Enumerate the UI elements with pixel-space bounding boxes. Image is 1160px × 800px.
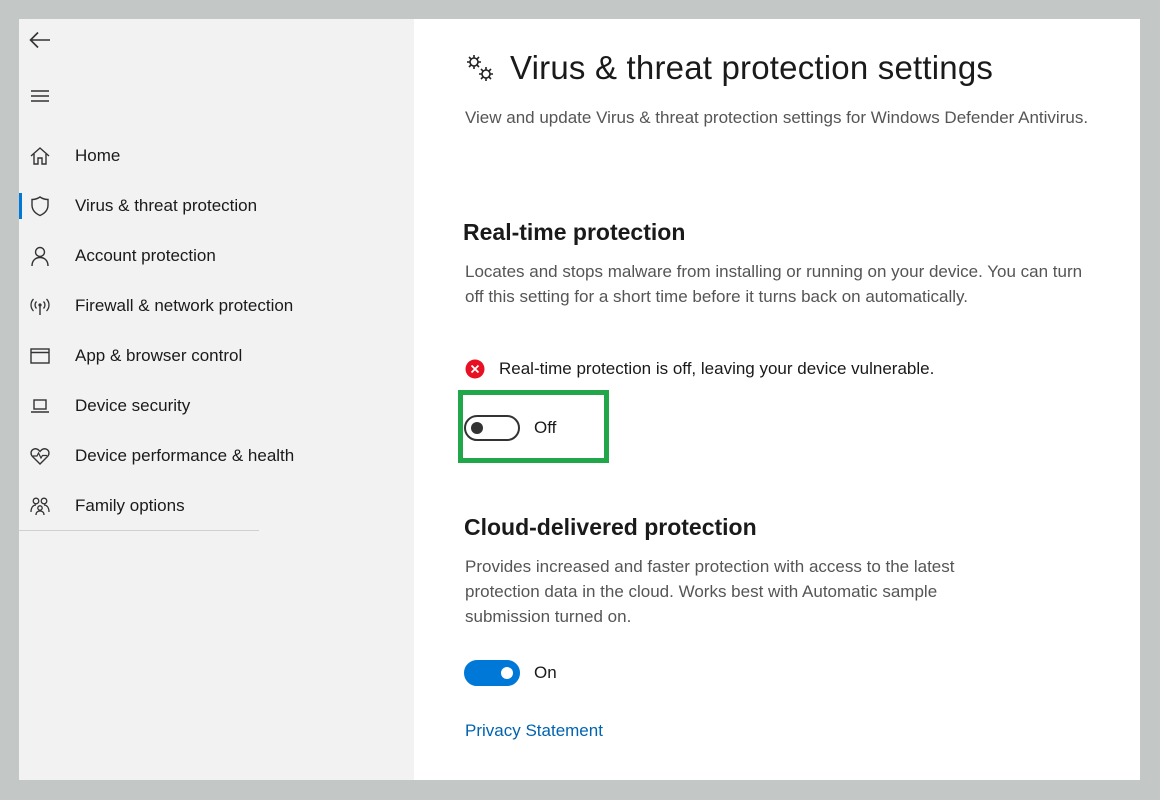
back-button[interactable]: [27, 27, 53, 53]
sidebar-item-label: Account protection: [75, 246, 216, 265]
realtime-warning: Real-time protection is off, leaving you…: [465, 359, 934, 379]
toggle-knob: [501, 667, 513, 679]
privacy-statement-link[interactable]: Privacy Statement: [465, 721, 603, 741]
shield-icon: [28, 194, 52, 218]
heart-pulse-icon: [28, 444, 52, 468]
laptop-icon: [28, 394, 52, 418]
main-content: Virus & threat protection settings View …: [414, 19, 1140, 780]
sidebar-item-virus-threat-protection[interactable]: Virus & threat protection: [19, 181, 414, 231]
sidebar-item-label: Family options: [75, 496, 185, 515]
toggle-knob: [471, 422, 483, 434]
cloud-protection-title: Cloud-delivered protection: [464, 514, 757, 540]
sidebar-item-account-protection[interactable]: Account protection: [19, 231, 414, 281]
person-icon: [28, 244, 52, 268]
sidebar-item-label: Firewall & network protection: [75, 296, 294, 315]
browser-window-icon: [28, 344, 52, 368]
selected-indicator: [19, 193, 22, 219]
sidebar-item-device-performance-health[interactable]: Device performance & health: [19, 431, 414, 481]
hamburger-menu-button[interactable]: [27, 83, 53, 109]
sidebar-item-label: App & browser control: [75, 346, 243, 365]
sidebar-item-firewall-network-protection[interactable]: Firewall & network protection: [19, 281, 414, 331]
back-arrow-icon: [29, 31, 50, 49]
sidebar-item-label: Virus & threat protection: [75, 196, 258, 215]
sidebar-item-label: Device security: [75, 396, 191, 415]
sidebar-item-label: Home: [75, 146, 121, 165]
sidebar: Home Virus & threat protection Account p…: [19, 19, 414, 780]
gears-icon: [467, 55, 493, 81]
page-title: Virus & threat protection settings: [510, 49, 994, 86]
sidebar-divider: [19, 530, 259, 531]
sidebar-nav: Home Virus & threat protection Account p…: [19, 131, 414, 531]
toggle-switch-off[interactable]: [464, 415, 520, 441]
sidebar-item-family-options[interactable]: Family options: [19, 481, 414, 531]
cloud-protection-description: Provides increased and faster protection…: [465, 557, 955, 626]
page-header: Virus & threat protection settings: [464, 49, 993, 87]
error-x-icon: [465, 359, 485, 379]
sidebar-item-device-security[interactable]: Device security: [19, 381, 414, 431]
realtime-protection-toggle[interactable]: Off: [464, 415, 556, 441]
sidebar-item-label: Device performance & health: [75, 446, 295, 465]
realtime-toggle-label: Off: [534, 418, 557, 437]
realtime-protection-title: Real-time protection: [463, 219, 686, 245]
family-icon: [28, 494, 52, 518]
hamburger-menu-icon: [31, 90, 49, 102]
cloud-toggle-label: On: [534, 663, 557, 682]
sidebar-item-home[interactable]: Home: [19, 131, 414, 181]
realtime-warning-text: Real-time protection is off, leaving you…: [499, 359, 935, 378]
realtime-protection-description: Locates and stops malware from installin…: [465, 262, 1083, 306]
cloud-protection-toggle[interactable]: On: [464, 660, 557, 686]
home-icon: [28, 144, 52, 168]
sidebar-item-app-browser-control[interactable]: App & browser control: [19, 331, 414, 381]
toggle-switch-on[interactable]: [464, 660, 520, 686]
wireless-antenna-icon: [28, 294, 52, 318]
page-description: View and update Virus & threat protectio…: [465, 108, 1089, 127]
windows-security-window: Home Virus & threat protection Account p…: [19, 19, 1140, 780]
